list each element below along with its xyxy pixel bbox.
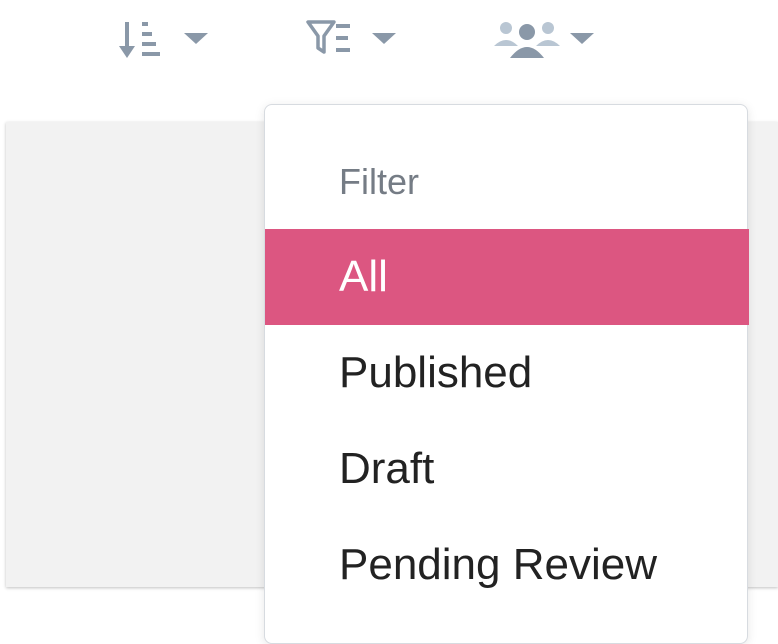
caret-down-icon: [184, 32, 208, 44]
caret-down-icon: [372, 32, 396, 44]
filter-item-pending-review[interactable]: Pending Review: [265, 517, 749, 613]
users-filter-button[interactable]: [492, 12, 594, 64]
filter-dropdown-menu: Filter All Published Draft Pending Revie…: [264, 104, 749, 644]
filter-item-all[interactable]: All: [265, 229, 749, 325]
sort-descending-icon: [118, 12, 176, 64]
dropdown-header: Filter: [339, 161, 419, 202]
filter-list-icon: [306, 12, 364, 64]
toolbar: [0, 0, 778, 90]
caret-down-icon: [570, 32, 594, 44]
filter-item-draft[interactable]: Draft: [265, 421, 749, 517]
filter-button[interactable]: [306, 12, 396, 64]
users-group-icon: [492, 12, 562, 64]
filter-item-published[interactable]: Published: [265, 325, 749, 421]
sort-button[interactable]: [118, 12, 208, 64]
